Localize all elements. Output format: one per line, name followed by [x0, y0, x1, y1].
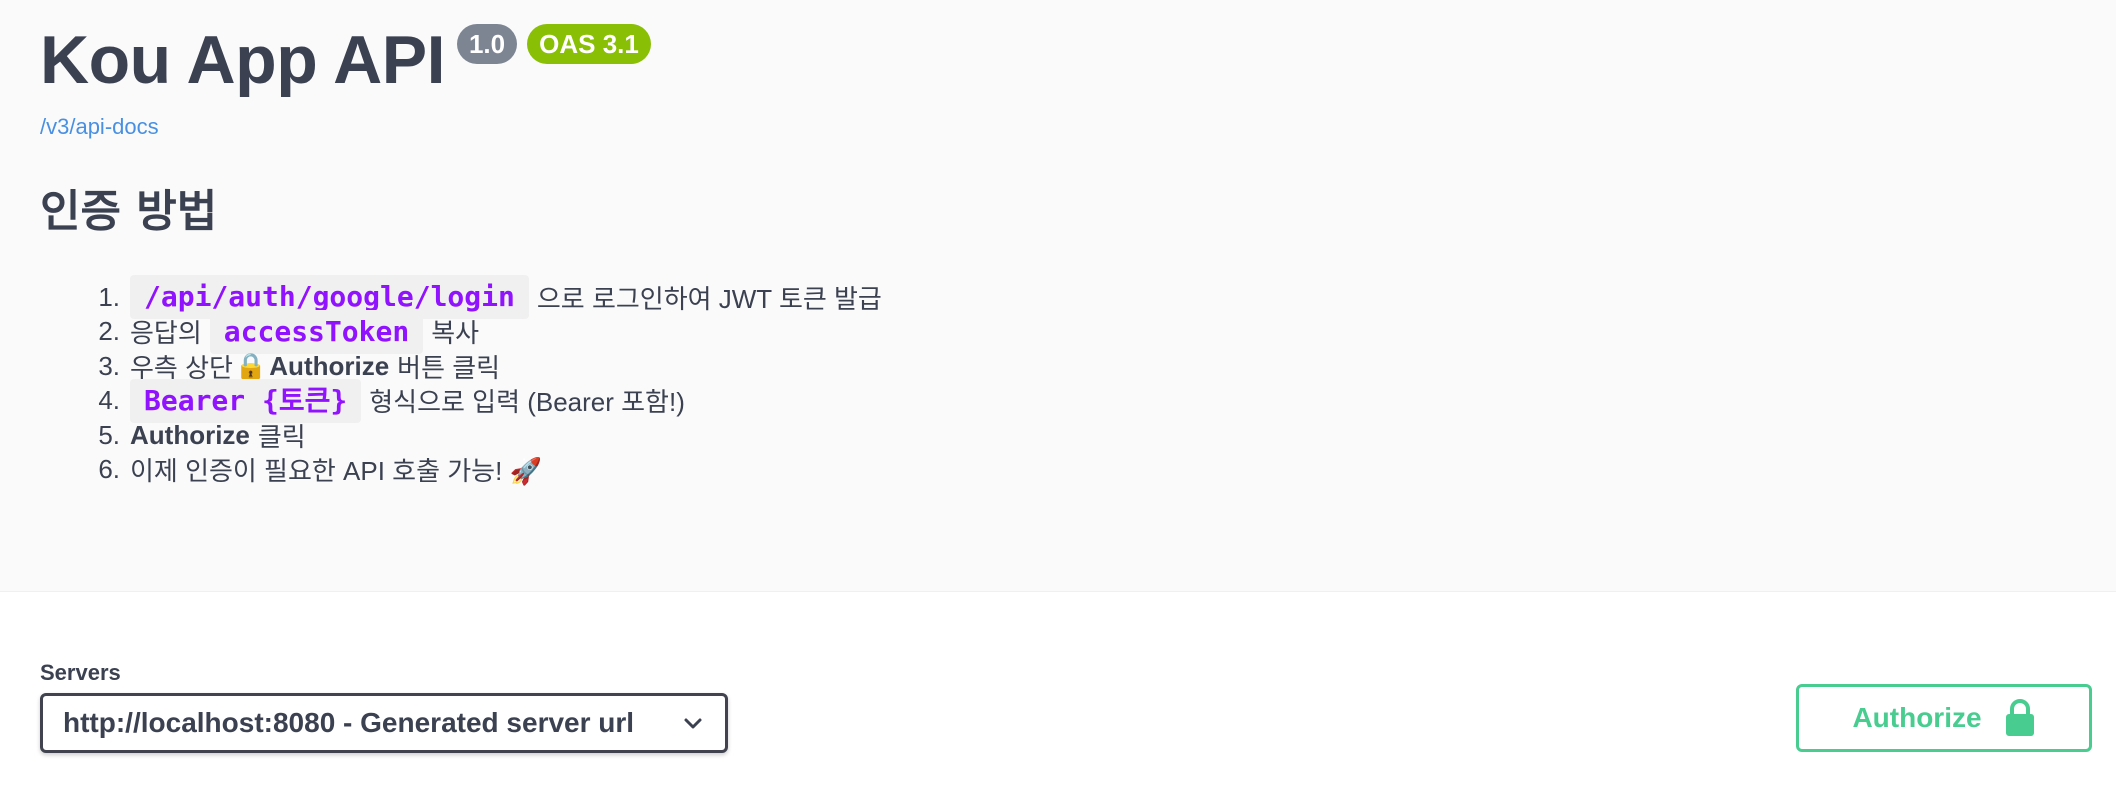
step-text: 클릭: [257, 421, 306, 452]
access-token-code: accessToken: [209, 309, 424, 354]
api-docs-link[interactable]: /v3/api-docs: [40, 114, 159, 140]
page-title: Kou App API: [40, 22, 445, 98]
step-text: 버튼 클릭: [397, 352, 501, 383]
authorize-button-label: Authorize: [1852, 702, 1982, 733]
version-badge: 1.0: [456, 24, 518, 64]
auth-guide-heading: 인증 방법: [40, 186, 218, 237]
title-row: Kou App API 1.0 OAS 3.1: [40, 20, 651, 100]
authorize-button[interactable]: Authorize: [1796, 684, 2092, 752]
step-number: 2.: [98, 316, 120, 347]
step-number: 4.: [98, 385, 120, 416]
bearer-token-code: Bearer {토큰}: [130, 378, 362, 423]
step-text: 이제 인증이 필요한 API 호출 가능! 🚀: [130, 456, 542, 487]
auth-steps-list: 1. /api/auth/google/login 으로 로그인하여 JWT 토…: [80, 275, 882, 488]
step-strong: Authorize: [130, 419, 250, 450]
step-text: 으로 로그인하여 JWT 토큰 발급: [536, 283, 882, 314]
step-strong: Authorize: [269, 350, 390, 381]
servers-label: Servers: [40, 660, 121, 685]
server-select-value: http://localhost:8080 - Generated server…: [63, 707, 635, 738]
list-item: 1. /api/auth/google/login 으로 로그인하여 JWT 토…: [80, 275, 882, 320]
lock-icon: [2005, 699, 2034, 736]
list-item: 4. Bearer {토큰} 형식으로 입력 (Bearer 포함!): [80, 378, 882, 423]
list-item: 6. 이제 인증이 필요한 API 호출 가능! 🚀: [80, 453, 882, 488]
info-section: Kou App API 1.0 OAS 3.1 /v3/api-docs 인증 …: [0, 0, 2116, 592]
step-prefix: 응답의: [130, 318, 202, 349]
step-text: 복사: [431, 318, 480, 349]
step-number: 6.: [98, 454, 120, 485]
list-item: 5. Authorize 클릭: [80, 418, 882, 453]
lock-icon: 🔒: [234, 350, 268, 381]
step-text: 형식으로 입력 (Bearer 포함!): [369, 387, 685, 418]
step-number: 1.: [98, 281, 120, 312]
step-number: 3.: [98, 350, 120, 381]
chevron-down-icon: [684, 718, 702, 729]
step-number: 5.: [98, 419, 120, 450]
list-item: 2. 응답의 accessToken 복사: [80, 309, 882, 354]
server-select[interactable]: http://localhost:8080 - Generated server…: [40, 693, 728, 753]
oas-badge: OAS 3.1: [527, 24, 651, 64]
